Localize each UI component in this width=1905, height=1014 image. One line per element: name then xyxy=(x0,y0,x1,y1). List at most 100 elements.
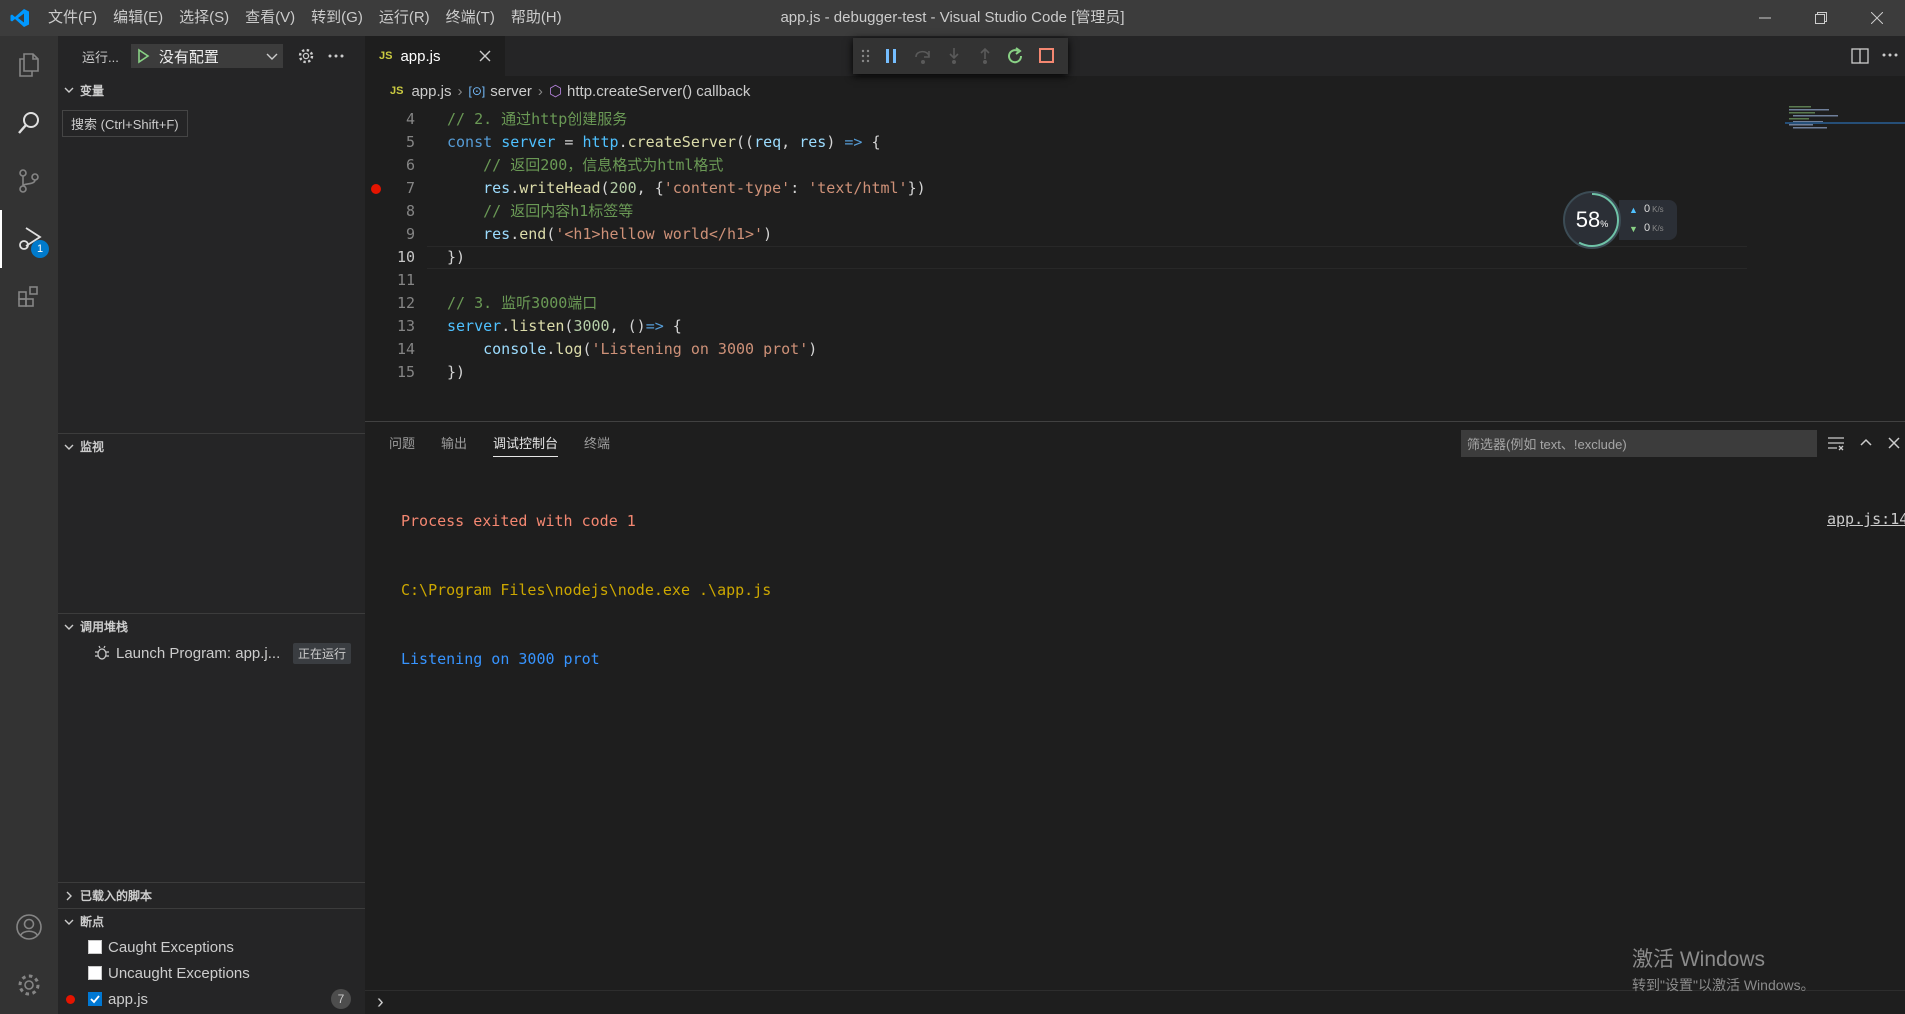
code-text: const server = http.createServer((req, r… xyxy=(447,133,881,151)
run-debug-icon[interactable]: 1 xyxy=(0,210,58,268)
tab-app-js[interactable]: JS app.js xyxy=(365,36,505,76)
step-into-icon[interactable] xyxy=(944,47,964,65)
restore-button[interactable] xyxy=(1793,0,1849,36)
menu-bar: 文件(F) 编辑(E) 选择(S) 查看(V) 转到(G) 运行(R) 终端(T… xyxy=(40,0,570,36)
code-editor[interactable]: 4 // 2. 通过http创建服务 5 const server = http.c… xyxy=(365,108,1785,420)
code-text: console.log('Listening on 3000 prot') xyxy=(483,340,818,358)
debug-config-select[interactable]: 没有配置 xyxy=(130,44,283,68)
upload-arrow-icon: ▲ xyxy=(1629,205,1638,215)
menu-help[interactable]: 帮助(H) xyxy=(503,0,570,36)
debug-session-bug-icon xyxy=(94,645,110,661)
console-filter-input[interactable]: 筛选器(例如 text、!exclude) xyxy=(1461,430,1817,457)
restart-icon[interactable] xyxy=(1006,47,1026,65)
menu-run[interactable]: 运行(R) xyxy=(371,0,438,36)
line-number: 8 xyxy=(405,202,415,220)
clear-console-icon[interactable] xyxy=(1827,435,1845,451)
chevron-up-icon[interactable] xyxy=(1859,436,1873,450)
menu-terminal[interactable]: 终端(T) xyxy=(438,0,503,36)
open-launch-json-gear-icon[interactable] xyxy=(297,47,315,65)
tab-label: app.js xyxy=(400,47,441,65)
split-editor-icon[interactable] xyxy=(1851,47,1869,69)
callstack-section-header[interactable]: 调用堆栈 xyxy=(58,613,365,639)
tab-problems[interactable]: 问题 xyxy=(389,433,415,452)
watermark-title: 激活 Windows xyxy=(1632,948,1766,971)
uncaught-exceptions-checkbox[interactable] xyxy=(88,966,102,980)
method-symbol-icon: ⬡ xyxy=(548,83,563,100)
minimap[interactable] xyxy=(1785,104,1905,424)
breakpoint-uncaught-exceptions[interactable]: Uncaught Exceptions xyxy=(58,960,365,986)
watch-section-header[interactable]: 监视 xyxy=(58,433,365,459)
breadcrumb-file[interactable]: app.js xyxy=(411,83,451,100)
console-line: C:\Program Files\nodejs\node.exe .\app.j… xyxy=(401,581,772,599)
tab-terminal[interactable]: 终端 xyxy=(584,433,610,452)
stop-icon[interactable] xyxy=(1037,47,1057,65)
caught-exceptions-checkbox[interactable] xyxy=(88,940,102,954)
drag-handle-icon[interactable] xyxy=(861,48,871,64)
extensions-icon[interactable] xyxy=(0,268,58,326)
close-icon[interactable] xyxy=(1887,436,1901,450)
source-location-link[interactable]: app.js:14 xyxy=(1827,510,1905,528)
js-file-icon: JS xyxy=(390,85,404,97)
speed-unit: K/s xyxy=(1652,205,1664,214)
breadcrumb-function[interactable]: http.createServer() callback xyxy=(567,83,750,100)
chevron-right-icon xyxy=(58,890,80,902)
tab-output[interactable]: 输出 xyxy=(441,433,467,452)
account-icon[interactable] xyxy=(0,898,58,956)
chevron-down-icon xyxy=(58,84,80,96)
breakpoints-section-header[interactable]: 断点 xyxy=(58,908,365,934)
console-line: Process exited with code 1 xyxy=(401,512,636,530)
more-actions-icon[interactable] xyxy=(1881,46,1899,68)
tab-debug-console[interactable]: 调试控制台 xyxy=(493,433,559,457)
code-text: }) xyxy=(447,248,466,266)
close-icon[interactable] xyxy=(479,50,491,62)
menu-go[interactable]: 转到(G) xyxy=(303,0,371,36)
activity-bar: 1 xyxy=(0,36,58,1014)
menu-view[interactable]: 查看(V) xyxy=(237,0,303,36)
code-text: res.end('<h1>hellow world</h1>') xyxy=(483,225,773,243)
app-js-breakpoint-checkbox[interactable] xyxy=(88,992,102,1006)
code-line: 4 // 2. 通过http创建服务 xyxy=(365,108,1785,131)
callstack-title: 调用堆栈 xyxy=(80,620,129,634)
line-number: 12 xyxy=(396,294,415,312)
cpu-gauge: 58% xyxy=(1563,191,1621,249)
step-over-icon[interactable] xyxy=(913,47,933,65)
source-control-icon[interactable] xyxy=(0,152,58,210)
network-speed-widget[interactable]: ▲ 0 K/s ▼ 0 K/s 58% xyxy=(1563,191,1683,251)
watch-title: 监视 xyxy=(80,440,105,454)
line-number: 4 xyxy=(405,110,415,128)
loaded-scripts-title: 已载入的脚本 xyxy=(80,889,153,903)
title-bar: 文件(F) 编辑(E) 选择(S) 查看(V) 转到(G) 运行(R) 终端(T… xyxy=(0,0,1905,36)
line-number: 15 xyxy=(396,363,415,381)
upload-speed: 0 xyxy=(1644,203,1651,215)
window-controls xyxy=(1737,0,1905,36)
settings-gear-icon[interactable] xyxy=(0,956,58,1014)
pause-icon[interactable] xyxy=(882,47,902,65)
code-line: 12 // 3. 监听3000端口 xyxy=(365,292,1785,315)
speed-readout: ▲ 0 K/s ▼ 0 K/s xyxy=(1619,200,1677,240)
breakpoint-label: Caught Exceptions xyxy=(108,938,234,956)
menu-selection[interactable]: 选择(S) xyxy=(171,0,237,36)
callstack-session-item[interactable]: Launch Program: app.j... 正在运行 xyxy=(58,640,365,666)
explorer-icon[interactable] xyxy=(0,36,58,94)
minimize-button[interactable] xyxy=(1737,0,1793,36)
start-debug-icon[interactable] xyxy=(135,48,151,64)
code-line: 14 console.log('Listening on 3000 prot') xyxy=(365,338,1785,361)
run-label: 运行... xyxy=(82,49,119,65)
chevron-down-icon xyxy=(58,916,80,928)
panel-actions xyxy=(1827,430,1901,456)
line-number: 5 xyxy=(405,133,415,151)
step-out-icon[interactable] xyxy=(975,47,995,65)
menu-file[interactable]: 文件(F) xyxy=(40,0,105,36)
code-text: // 返回内容h1标签等 xyxy=(447,202,634,220)
editor-tabs-bar: JS app.js xyxy=(365,36,1905,76)
loaded-scripts-section-header[interactable]: 已载入的脚本 xyxy=(58,882,365,908)
menu-edit[interactable]: 编辑(E) xyxy=(105,0,171,36)
breadcrumb-symbol[interactable]: server xyxy=(490,83,532,100)
breakpoint-app-js[interactable]: app.js 7 xyxy=(58,986,365,1012)
close-window-button[interactable] xyxy=(1849,0,1905,36)
speed-unit: K/s xyxy=(1652,224,1664,233)
search-icon[interactable] xyxy=(0,94,58,152)
variables-section-header[interactable]: 变量 xyxy=(58,77,365,103)
more-actions-icon[interactable] xyxy=(327,53,345,59)
breakpoint-caught-exceptions[interactable]: Caught Exceptions xyxy=(58,934,365,960)
